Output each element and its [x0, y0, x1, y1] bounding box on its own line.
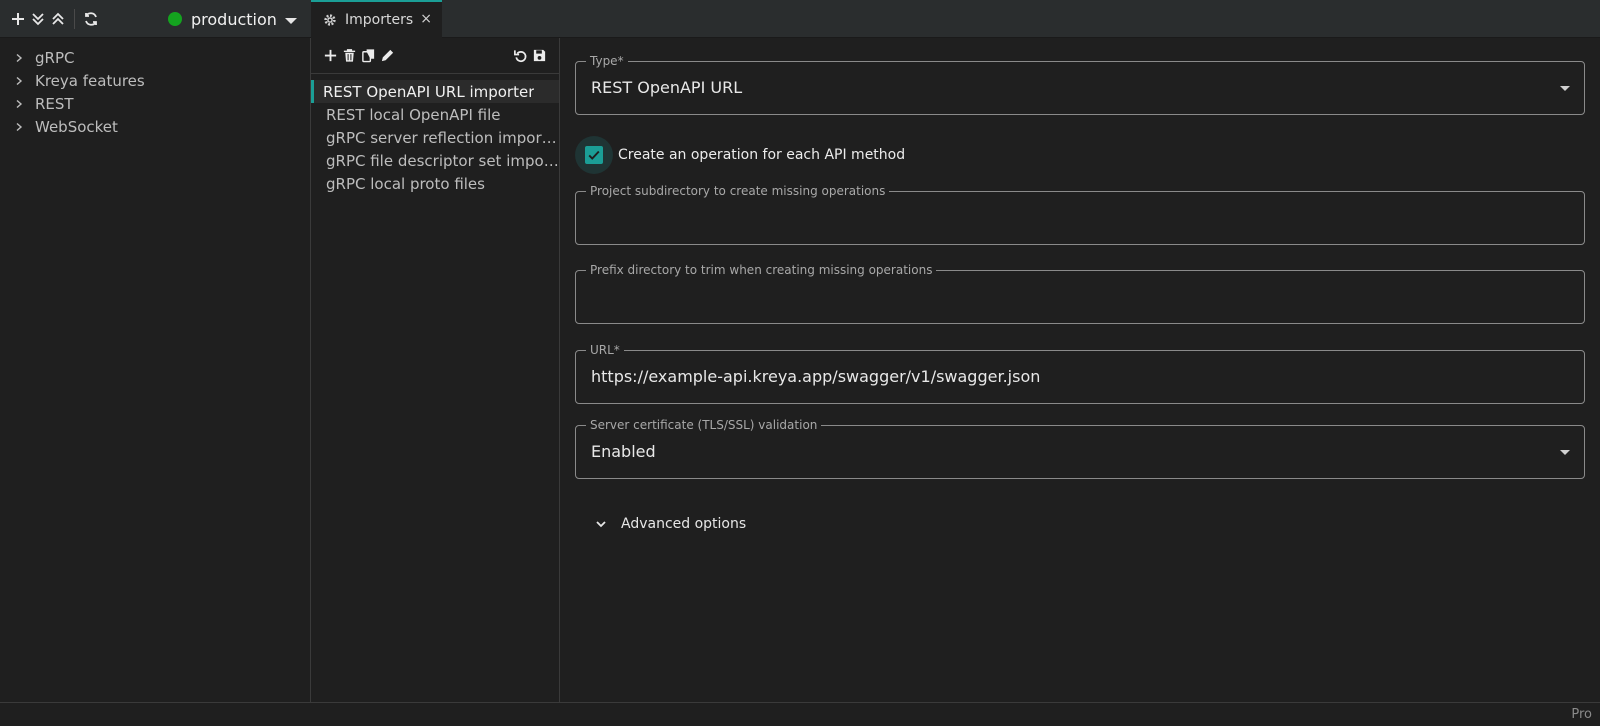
status-bar: Pro [0, 702, 1600, 726]
tree-item-kreya-features[interactable]: Kreya features [0, 69, 310, 92]
top-bar: production Importers × [0, 0, 1600, 38]
revert-button[interactable] [511, 46, 530, 66]
checkbox-label: Create an operation for each API method [618, 147, 906, 163]
importers-panel: REST OpenAPI URL importer REST local Ope… [311, 38, 560, 702]
importer-item-rest-local-openapi[interactable]: REST local OpenAPI file [311, 103, 559, 126]
tab-label: Importers [345, 12, 414, 28]
add-importer-button[interactable] [321, 46, 340, 66]
tls-validation-value: Enabled [591, 442, 656, 461]
prefix-field[interactable]: Prefix directory to trim when creating m… [575, 263, 1585, 324]
importer-item-label: REST OpenAPI URL importer [323, 82, 535, 101]
importer-item-label: gRPC file descriptor set importer [326, 151, 559, 170]
checkbox[interactable] [585, 146, 603, 164]
close-icon[interactable]: × [420, 11, 432, 27]
refresh-icon [85, 12, 97, 26]
tree-item-rest[interactable]: REST [0, 92, 310, 115]
tls-validation-select[interactable]: Server certificate (TLS/SSL) validation … [575, 418, 1585, 479]
gear-icon [323, 13, 337, 27]
trash-icon [343, 49, 356, 62]
tree-item-label: REST [35, 94, 74, 113]
toolbar-divider [74, 9, 75, 29]
app-window: production Importers × gRPC Kreya featur… [0, 0, 1600, 726]
subdirectory-field[interactable]: Project subdirectory to create missing o… [575, 184, 1585, 245]
rename-importer-button[interactable] [378, 46, 397, 66]
environment-status-dot [168, 12, 182, 26]
importer-item-grpc-local-proto[interactable]: gRPC local proto files [311, 172, 559, 195]
undo-icon [514, 50, 527, 63]
type-value: REST OpenAPI URL [591, 78, 743, 97]
tree-item-grpc[interactable]: gRPC [0, 46, 310, 69]
importer-item-label: gRPC local proto files [326, 174, 485, 193]
importer-form: Type* REST OpenAPI URL Create an operati… [560, 38, 1600, 702]
tls-validation-label: Server certificate (TLS/SSL) validation [586, 418, 822, 432]
prefix-input[interactable] [576, 271, 1584, 323]
refresh-button[interactable] [81, 8, 101, 30]
importer-item-grpc-file-descriptor[interactable]: gRPC file descriptor set importer [311, 149, 559, 172]
caret-down-icon [284, 17, 297, 24]
plus-icon [12, 13, 24, 25]
url-value[interactable]: https://example-api.kreya.app/swagger/v1… [591, 367, 1040, 386]
tree-item-label: gRPC [35, 48, 75, 67]
caret-down-icon [1560, 450, 1570, 455]
subdirectory-input[interactable] [576, 192, 1584, 244]
expand-all-icon [32, 13, 44, 26]
type-select[interactable]: Type* REST OpenAPI URL [575, 54, 1585, 115]
tree-item-label: Kreya features [35, 71, 145, 90]
chevron-right-icon [14, 53, 24, 63]
chevron-right-icon [14, 122, 24, 132]
delete-importer-button[interactable] [340, 46, 359, 66]
copy-icon [362, 49, 375, 63]
importer-item-label: REST local OpenAPI file [326, 105, 501, 124]
check-icon [588, 150, 600, 160]
plus-icon [324, 49, 337, 62]
advanced-options-toggle[interactable]: Advanced options [595, 516, 746, 532]
advanced-options-label: Advanced options [621, 516, 747, 532]
add-button[interactable] [8, 8, 28, 30]
project-tree: gRPC Kreya features REST WebSocket [0, 38, 311, 702]
chevron-right-icon [14, 99, 24, 109]
create-operations-checkbox[interactable]: Create an operation for each API method [575, 136, 905, 174]
save-icon [533, 49, 546, 62]
chevron-right-icon [14, 76, 24, 86]
collapse-all-icon [52, 12, 64, 25]
checkbox-focus-halo [575, 136, 613, 174]
caret-down-icon [1560, 86, 1570, 91]
importer-item-label: gRPC server reflection importer [326, 128, 559, 147]
chevron-down-icon [595, 518, 607, 530]
save-button[interactable] [530, 46, 549, 66]
type-label: Type* [586, 54, 628, 68]
tree-item-label: WebSocket [35, 117, 118, 136]
url-field[interactable]: URL* https://example-api.kreya.app/swagg… [575, 343, 1585, 404]
tree-item-websocket[interactable]: WebSocket [0, 115, 310, 138]
importers-list: REST OpenAPI URL importer REST local Ope… [311, 74, 559, 195]
importer-item-rest-openapi-url[interactable]: REST OpenAPI URL importer [311, 80, 559, 103]
collapse-all-button[interactable] [48, 8, 68, 30]
importers-toolbar [311, 38, 559, 74]
expand-all-button[interactable] [28, 8, 48, 30]
importer-item-grpc-server-reflection[interactable]: gRPC server reflection importer [311, 126, 559, 149]
tab-importers[interactable]: Importers × [311, 0, 442, 38]
plan-badge: Pro [1571, 707, 1592, 722]
duplicate-importer-button[interactable] [359, 46, 378, 66]
environment-selector[interactable]: production [168, 0, 297, 38]
environment-label: production [191, 9, 277, 29]
url-label: URL* [586, 343, 624, 357]
pencil-icon [381, 49, 394, 62]
